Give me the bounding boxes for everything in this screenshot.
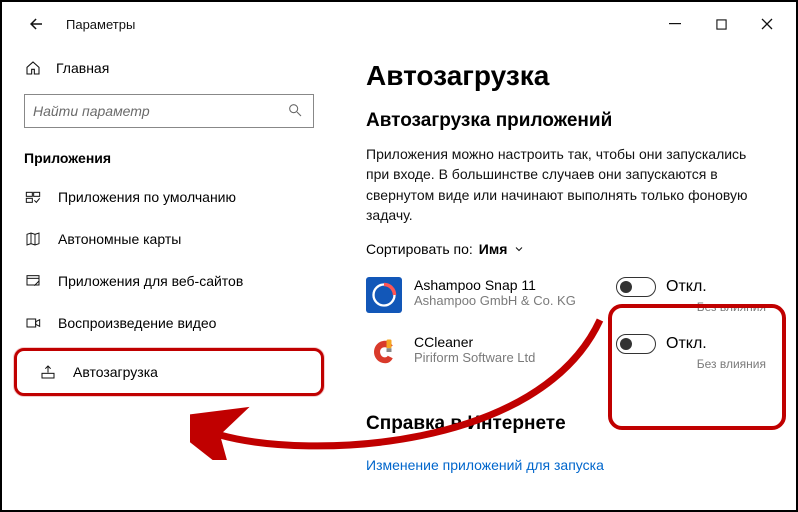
section-description: Приложения можно настроить так, чтобы он… xyxy=(366,144,766,225)
titlebar: Параметры xyxy=(2,2,796,46)
sidebar-section-label: Приложения xyxy=(2,128,336,176)
startup-impact: Без влияния xyxy=(616,300,766,314)
section-heading: Автозагрузка приложений xyxy=(366,110,766,132)
sidebar: Главная Приложения Приложения по умолчан… xyxy=(2,46,336,510)
startup-app-row: Ashampoo Snap 11 Ashampoo GmbH & Co. KG … xyxy=(366,271,766,328)
close-icon xyxy=(761,18,773,30)
toggle-state: Откл. xyxy=(666,335,707,353)
search-input-wrapper[interactable] xyxy=(24,94,314,128)
toggle-state: Откл. xyxy=(666,278,707,296)
sort-control[interactable]: Сортировать по: Имя xyxy=(366,241,766,257)
home-button[interactable]: Главная xyxy=(2,52,336,84)
startup-impact: Без влияния xyxy=(616,357,766,371)
sidebar-item-web-apps[interactable]: Приложения для веб-сайтов xyxy=(2,260,336,302)
app-info: Ashampoo Snap 11 Ashampoo GmbH & Co. KG xyxy=(414,277,608,308)
sidebar-item-label: Приложения по умолчанию xyxy=(58,189,236,205)
default-apps-icon xyxy=(24,188,42,206)
app-name: CCleaner xyxy=(414,334,608,350)
app-icon-ccleaner xyxy=(366,334,402,370)
sidebar-item-label: Автозагрузка xyxy=(73,364,158,380)
app-info: CCleaner Piriform Software Ltd xyxy=(414,334,608,365)
sidebar-item-video-playback[interactable]: Воспроизведение видео xyxy=(2,302,336,344)
window-title: Параметры xyxy=(66,17,135,32)
minimize-button[interactable] xyxy=(652,8,698,40)
chevron-down-icon xyxy=(513,243,525,255)
settings-window: Параметры Главная xyxy=(0,0,798,512)
app-publisher: Piriform Software Ltd xyxy=(414,350,608,365)
sidebar-item-label: Автономные карты xyxy=(58,231,181,247)
maximize-icon xyxy=(716,19,727,30)
close-button[interactable] xyxy=(744,8,790,40)
sort-value: Имя xyxy=(479,241,508,257)
sidebar-item-offline-maps[interactable]: Автономные карты xyxy=(2,218,336,260)
startup-toggle[interactable] xyxy=(616,334,656,354)
minimize-icon xyxy=(669,18,681,30)
app-publisher: Ashampoo GmbH & Co. KG xyxy=(414,293,608,308)
window-buttons xyxy=(652,8,790,40)
page-title: Автозагрузка xyxy=(366,60,766,92)
arrow-left-icon xyxy=(27,15,45,33)
help-heading: Справка в Интернете xyxy=(366,413,766,435)
sidebar-item-default-apps[interactable]: Приложения по умолчанию xyxy=(2,176,336,218)
sort-label: Сортировать по: xyxy=(366,241,473,257)
search-input[interactable] xyxy=(33,103,287,119)
sidebar-item-startup[interactable]: Автозагрузка xyxy=(14,348,324,396)
sidebar-item-label: Воспроизведение видео xyxy=(58,315,216,331)
main-panel: Автозагрузка Автозагрузка приложений При… xyxy=(336,46,796,510)
back-button[interactable] xyxy=(20,8,52,40)
home-label: Главная xyxy=(56,60,109,76)
app-name: Ashampoo Snap 11 xyxy=(414,277,608,293)
home-icon xyxy=(24,60,42,76)
video-icon xyxy=(24,314,42,332)
app-icon-ashampoo xyxy=(366,277,402,313)
content-area: Главная Приложения Приложения по умолчан… xyxy=(2,46,796,510)
sidebar-item-label: Приложения для веб-сайтов xyxy=(58,273,243,289)
web-apps-icon xyxy=(24,272,42,290)
map-icon xyxy=(24,230,42,248)
startup-app-row: CCleaner Piriform Software Ltd Откл. Без… xyxy=(366,328,766,385)
maximize-button[interactable] xyxy=(698,8,744,40)
search-icon xyxy=(287,102,305,120)
app-toggle-column: Откл. Без влияния xyxy=(616,277,766,314)
help-link[interactable]: Изменение приложений для запуска xyxy=(366,457,604,473)
app-toggle-column: Откл. Без влияния xyxy=(616,334,766,371)
startup-icon xyxy=(39,363,57,381)
startup-toggle[interactable] xyxy=(616,277,656,297)
